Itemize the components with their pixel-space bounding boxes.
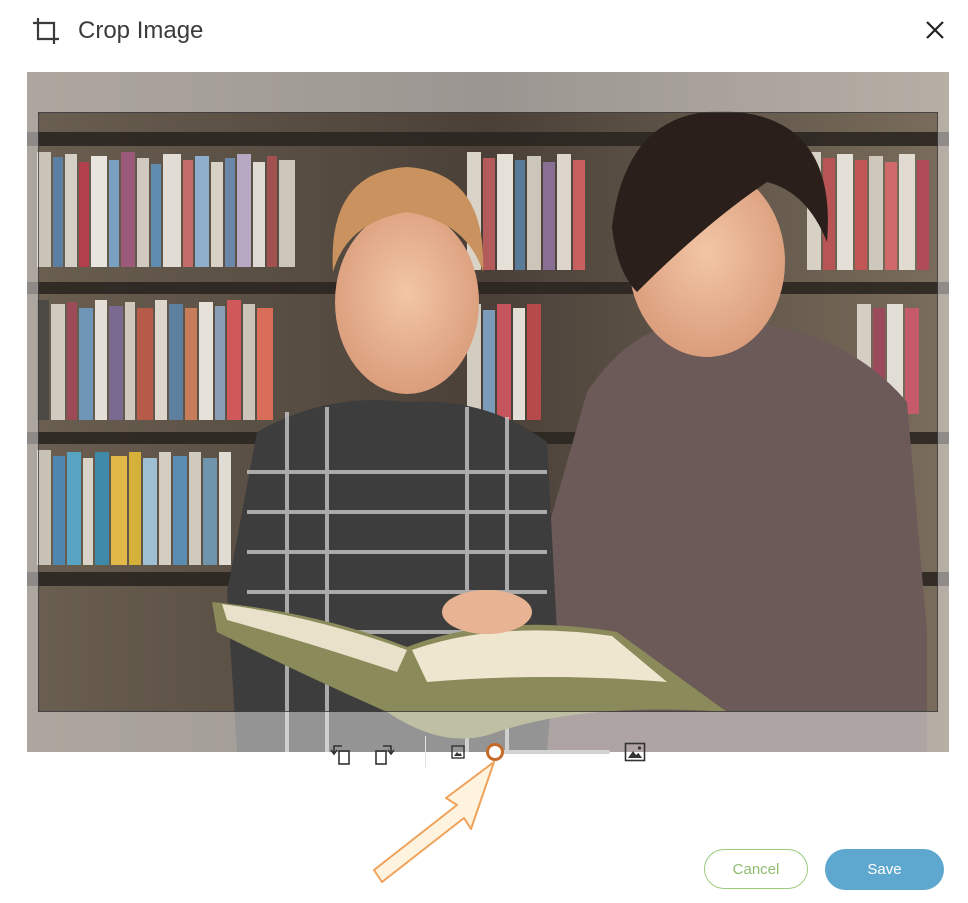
crop-frame[interactable] — [38, 112, 938, 712]
crop-stage[interactable] — [27, 72, 949, 752]
image-large-icon[interactable] — [624, 741, 646, 763]
rotate-left-icon[interactable] — [328, 740, 356, 768]
save-button[interactable]: Save — [825, 849, 944, 890]
dialog-header: Crop Image — [0, 0, 968, 64]
zoom-slider[interactable] — [486, 743, 610, 761]
crop-icon — [33, 18, 59, 44]
cancel-button[interactable]: Cancel — [704, 849, 808, 889]
close-icon[interactable] — [922, 17, 948, 43]
dialog-title: Crop Image — [78, 17, 204, 44]
image-small-icon[interactable] — [451, 745, 465, 759]
annotation-arrow — [373, 761, 495, 883]
